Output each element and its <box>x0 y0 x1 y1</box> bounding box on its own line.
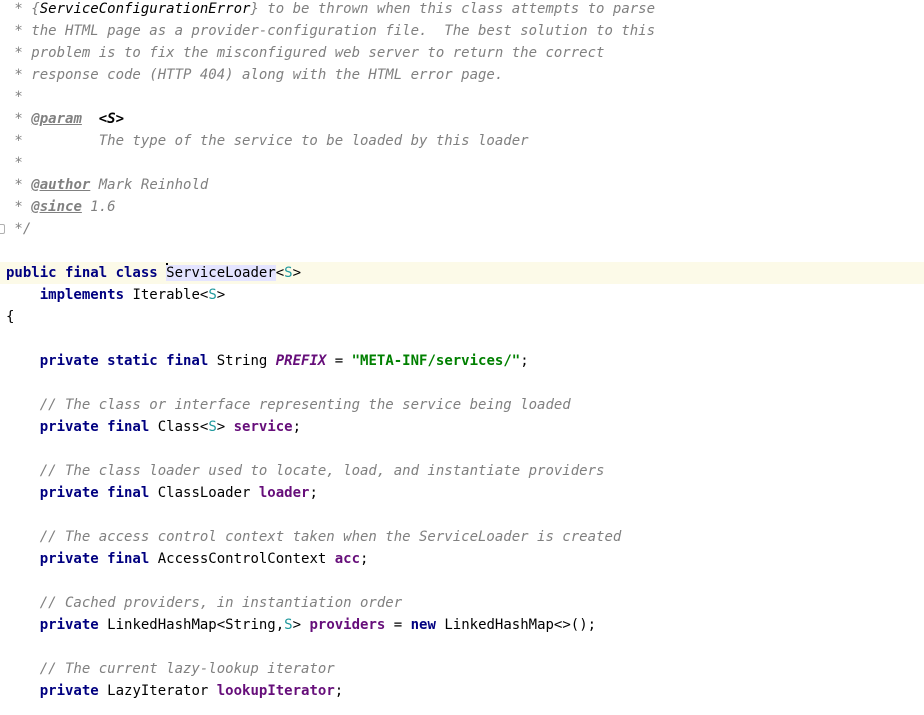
code-line: * @since 1.6 <box>6 196 116 218</box>
comment-star: * <box>6 1 32 17</box>
comment-line: * problem is to fix the misconfigured we… <box>6 45 605 61</box>
semicolon: ; <box>334 683 344 699</box>
semicolon: ; <box>309 485 318 501</box>
comment-line: // The class or interface representing t… <box>6 397 571 413</box>
keyword: private final <box>39 485 150 501</box>
keyword: public final class <box>6 265 158 281</box>
comment-line: * <box>6 155 23 171</box>
string-literal: "META-INF/services/" <box>351 353 521 369</box>
code-line: * {ServiceConfigurationError} to be thro… <box>6 0 655 20</box>
type-reference[interactable]: LazyIterator <box>99 683 217 699</box>
code-editor[interactable]: * {ServiceConfigurationError} to be thro… <box>0 0 924 715</box>
comment-line: // The access control context taken when… <box>6 529 622 545</box>
semicolon: ; <box>360 551 369 567</box>
code-line-current: public final class ServiceLoader<S> <box>6 262 301 284</box>
code-line: private final Class<S> service; <box>6 416 301 438</box>
fold-marker-icon[interactable] <box>0 224 5 234</box>
constructor-call[interactable]: LinkedHashMap<>(); <box>436 617 596 633</box>
keyword: private <box>39 617 99 633</box>
field-name[interactable]: providers <box>309 617 385 633</box>
javadoc-since-tag: @since <box>31 199 82 215</box>
code-line: private LazyIterator lookupIterator; <box>6 680 343 702</box>
code-line: implements Iterable<S> <box>6 284 225 306</box>
comment-line: // Cached providers, in instantiation or… <box>6 595 403 611</box>
generic-close: > <box>216 287 226 303</box>
operator: = <box>326 353 352 369</box>
comment-line: // The class loader used to locate, load… <box>6 463 605 479</box>
field-name[interactable]: loader <box>259 485 310 501</box>
code-line: private final ClassLoader loader; <box>6 482 318 504</box>
comment-line: * the HTML page as a provider-configurat… <box>6 23 656 39</box>
type-reference[interactable]: LinkedHashMap<String, <box>99 617 284 633</box>
generic-close: > <box>216 419 234 435</box>
type-reference[interactable]: AccessControlContext <box>149 551 334 567</box>
keyword: private final <box>39 551 150 567</box>
code-line: private final AccessControlContext acc; <box>6 548 369 570</box>
comment-line: // The current lazy-lookup iterator <box>6 661 335 677</box>
code-line: private static final String PREFIX = "ME… <box>6 350 529 372</box>
operator: = <box>385 617 411 633</box>
comment-star: * <box>6 177 32 193</box>
javadoc-type-parameter: <S> <box>98 111 125 127</box>
type-reference[interactable]: Iterable< <box>124 287 208 303</box>
comment-line: * <box>6 89 23 105</box>
generic-close: > <box>292 617 310 633</box>
keyword-new: new <box>410 617 436 633</box>
keyword: implements <box>39 287 125 303</box>
type-reference[interactable]: String <box>208 353 275 369</box>
comment-star: * <box>6 199 32 215</box>
keyword: private final <box>39 419 150 435</box>
comment-star: * <box>6 111 32 127</box>
semicolon: ; <box>520 353 529 369</box>
code-line: private LinkedHashMap<String,S> provider… <box>6 614 596 636</box>
field-name[interactable]: acc <box>335 551 360 567</box>
comment-line: * response code (HTTP 404) along with th… <box>6 67 504 83</box>
javadoc-param-tag: @param <box>31 111 82 127</box>
comment-line: * The type of the service to be loaded b… <box>6 133 529 149</box>
type-variable[interactable]: S <box>284 265 292 281</box>
keyword: private <box>39 683 99 699</box>
comment-line: */ <box>6 221 32 237</box>
constant-field[interactable]: PREFIX <box>276 353 327 369</box>
comment-text: 1.6 <box>81 199 116 215</box>
keyword: private static final <box>39 353 209 369</box>
code-line: * @param <S> <box>6 108 124 130</box>
javadoc-link-reference[interactable]: ServiceConfigurationError <box>40 1 251 17</box>
javadoc-author-tag: @author <box>31 177 91 193</box>
type-variable[interactable]: S <box>208 287 216 303</box>
class-name-identifier[interactable]: ServiceLoader <box>166 265 276 281</box>
code-line: * @author Mark Reinhold <box>6 174 208 196</box>
comment-text: } to be thrown when this class attempts … <box>250 1 656 17</box>
field-name[interactable]: lookupIterator <box>217 683 335 699</box>
field-name[interactable]: service <box>234 419 293 435</box>
comment-text: Mark Reinhold <box>90 177 209 193</box>
semicolon: ; <box>292 419 302 435</box>
type-variable[interactable]: S <box>208 419 216 435</box>
comment-gap <box>82 111 99 127</box>
code-line: { <box>6 309 15 325</box>
type-reference[interactable]: Class< <box>149 419 209 435</box>
javadoc-link-open: { <box>31 1 40 17</box>
type-variable[interactable]: S <box>284 617 292 633</box>
generic-open: < <box>275 265 285 281</box>
generic-close: > <box>292 265 302 281</box>
type-reference[interactable]: ClassLoader <box>149 485 259 501</box>
